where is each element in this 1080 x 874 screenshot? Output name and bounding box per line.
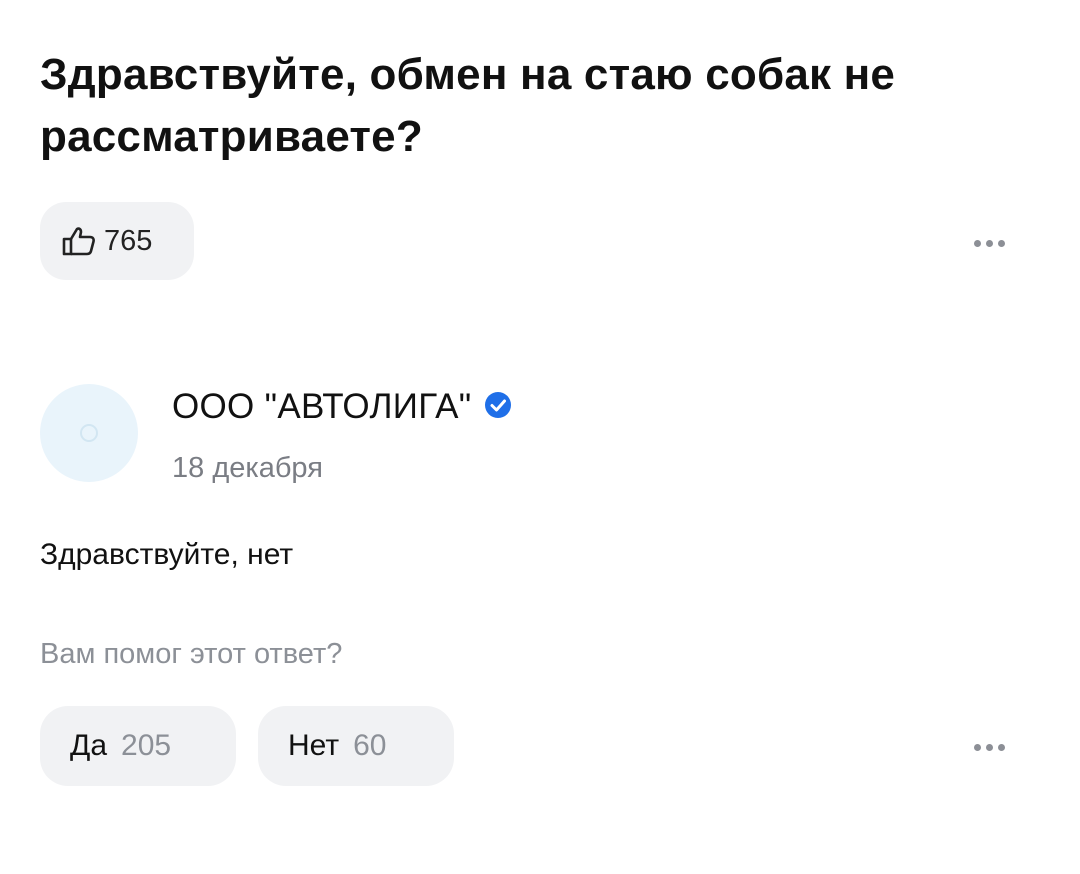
- vote-yes-label: Да: [70, 729, 108, 762]
- vote-no-count: 60: [353, 729, 387, 762]
- answer-date: 18 декабря: [172, 452, 323, 484]
- more-dots-icon: [974, 744, 981, 751]
- avatar-placeholder-icon: [80, 424, 98, 442]
- thumbs-up-icon: [62, 226, 96, 256]
- avatar[interactable]: [40, 384, 138, 482]
- vote-yes-count: 205: [121, 729, 172, 762]
- vote-no-label: Нет: [288, 729, 340, 762]
- answer-more-button[interactable]: [970, 736, 1009, 759]
- vote-no-button[interactable]: Нет 60: [258, 706, 454, 786]
- helpful-question: Вам помог этот ответ?: [40, 638, 343, 670]
- author-name[interactable]: ООО "АВТОЛИГА": [172, 387, 472, 427]
- question-more-button[interactable]: [970, 232, 1009, 255]
- more-dots-icon: [974, 240, 981, 247]
- like-count: 765: [104, 224, 153, 257]
- author-row: ООО "АВТОЛИГА": [172, 387, 512, 427]
- answer-text: Здравствуйте, нет: [40, 538, 294, 571]
- like-button[interactable]: 765: [40, 202, 194, 280]
- verified-check-icon: [484, 391, 512, 424]
- question-title: Здравствуйте, обмен на стаю собак не рас…: [40, 50, 896, 161]
- vote-yes-button[interactable]: Да 205: [40, 706, 236, 786]
